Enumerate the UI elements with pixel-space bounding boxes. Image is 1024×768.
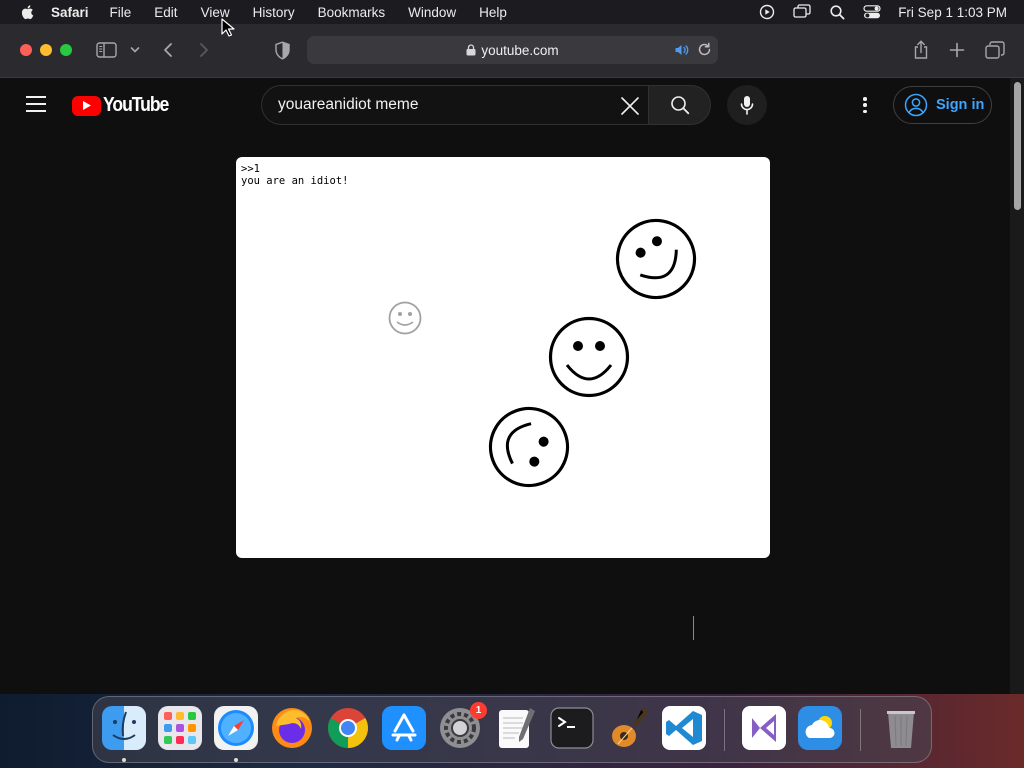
search-button[interactable] <box>648 85 711 125</box>
safari-toolbar: youtube.com <box>0 24 1024 78</box>
settings-more-icon[interactable] <box>857 95 873 115</box>
page-scrollbar[interactable] <box>1010 78 1024 694</box>
firefox-icon[interactable] <box>270 706 314 750</box>
vscode-icon[interactable] <box>662 706 706 750</box>
voice-search-button[interactable] <box>727 85 767 125</box>
terminal-icon[interactable] <box>550 706 594 750</box>
textedit-icon[interactable] <box>494 706 538 750</box>
menu-bar: Safari File Edit View History Bookmarks … <box>0 0 1024 24</box>
search-input[interactable]: youareanidiot meme <box>278 96 418 114</box>
garageband-icon[interactable] <box>606 706 650 750</box>
smiley-top-icon <box>615 218 697 300</box>
safari-running-indicator <box>234 758 238 762</box>
screen-mirroring-icon[interactable] <box>793 4 811 20</box>
menu-app-name[interactable]: Safari <box>51 5 89 20</box>
youtube-logo[interactable]: YouTube <box>72 94 177 117</box>
smiley-bottom-icon <box>488 406 570 488</box>
window-close-button[interactable] <box>20 44 32 56</box>
guide-menu-icon[interactable] <box>26 96 46 112</box>
sign-in-label: Sign in <box>936 97 985 113</box>
search-box[interactable]: youareanidiot meme <box>261 85 649 125</box>
menu-help[interactable]: Help <box>479 5 507 20</box>
menu-history[interactable]: History <box>253 5 295 20</box>
launchpad-icon[interactable] <box>158 706 202 750</box>
finder-running-indicator <box>122 758 126 762</box>
tab-group-chevron-icon[interactable] <box>130 46 140 54</box>
menu-edit[interactable]: Edit <box>154 5 177 20</box>
window-minimize-button[interactable] <box>40 44 52 56</box>
chrome-icon[interactable] <box>326 706 370 750</box>
mouse-cursor-icon <box>221 18 235 37</box>
menu-bar-clock[interactable]: Fri Sep 1 1:03 PM <box>898 5 1007 20</box>
window-zoom-button[interactable] <box>60 44 72 56</box>
weather-icon[interactable] <box>798 706 842 750</box>
menu-file[interactable]: File <box>110 5 132 20</box>
control-center-icon[interactable] <box>863 4 881 20</box>
forward-icon[interactable] <box>198 42 210 58</box>
clear-search-icon[interactable] <box>620 96 640 116</box>
search-icon <box>670 96 689 115</box>
video-player[interactable]: >>1 you are an idiot! <box>236 157 770 558</box>
privacy-shield-icon[interactable] <box>274 41 291 60</box>
spotlight-icon[interactable] <box>828 4 846 20</box>
new-tab-icon[interactable] <box>949 42 965 58</box>
visual-studio-icon[interactable] <box>742 706 786 750</box>
dock-separator <box>860 709 861 751</box>
small-smiley-icon <box>388 301 422 335</box>
app-store-icon[interactable] <box>382 706 426 750</box>
sidebar-toggle-icon[interactable] <box>96 41 118 59</box>
lock-icon <box>466 44 476 56</box>
finder-icon[interactable] <box>102 706 146 750</box>
account-icon <box>904 93 928 117</box>
screen-recording-icon[interactable] <box>758 4 776 20</box>
trash-icon[interactable] <box>879 706 923 750</box>
share-icon[interactable] <box>912 40 930 60</box>
youtube-play-icon <box>72 95 101 116</box>
audio-playing-icon[interactable] <box>674 43 690 60</box>
youtube-page: YouTube youareanidiot meme Sign in >>1 y… <box>0 78 1010 694</box>
menu-window[interactable]: Window <box>408 5 456 20</box>
sign-in-button[interactable]: Sign in <box>893 86 992 124</box>
address-bar[interactable]: youtube.com <box>307 36 718 64</box>
microphone-icon <box>740 96 754 115</box>
dock <box>92 696 932 763</box>
tab-overview-icon[interactable] <box>985 41 1005 59</box>
system-settings-badge: 1 <box>470 702 487 719</box>
youtube-wordmark: YouTube <box>103 94 169 116</box>
url-text[interactable]: youtube.com <box>481 43 558 58</box>
safari-app-icon[interactable] <box>214 706 258 750</box>
dock-separator <box>724 709 725 751</box>
apple-menu-icon[interactable] <box>19 3 37 21</box>
text-caret <box>693 616 694 640</box>
back-icon[interactable] <box>162 42 174 58</box>
reload-icon[interactable] <box>697 42 712 60</box>
smiley-faces-graphic <box>388 218 697 488</box>
menu-bookmarks[interactable]: Bookmarks <box>318 5 386 20</box>
scrollbar-thumb[interactable] <box>1014 82 1021 210</box>
smiley-middle-icon <box>548 316 630 398</box>
